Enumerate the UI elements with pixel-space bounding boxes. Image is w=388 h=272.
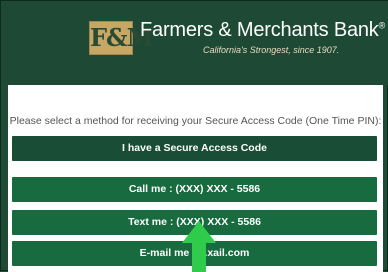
bank-tagline: California's Strongest, since 1907. xyxy=(203,45,340,55)
bank-name: Farmers & Merchants Bank® xyxy=(140,19,385,42)
logo-monogram: F&M xyxy=(90,23,153,52)
bank-logo: F&M xyxy=(89,21,153,55)
app-frame: F&M Farmers & Merchants Bank® California… xyxy=(0,0,388,272)
trademark-symbol: ® xyxy=(378,20,386,31)
call-me-button[interactable]: Call me : (XXX) XXX - 5586 xyxy=(12,177,377,202)
have-code-button[interactable]: I have a Secure Access Code xyxy=(12,136,377,161)
bank-header: F&M Farmers & Merchants Bank® California… xyxy=(1,1,388,85)
green-up-arrow-icon xyxy=(182,221,216,272)
bank-name-text: Farmers & Merchants Bank xyxy=(140,19,379,41)
instruction-text: Please select a method for receiving you… xyxy=(9,115,382,127)
